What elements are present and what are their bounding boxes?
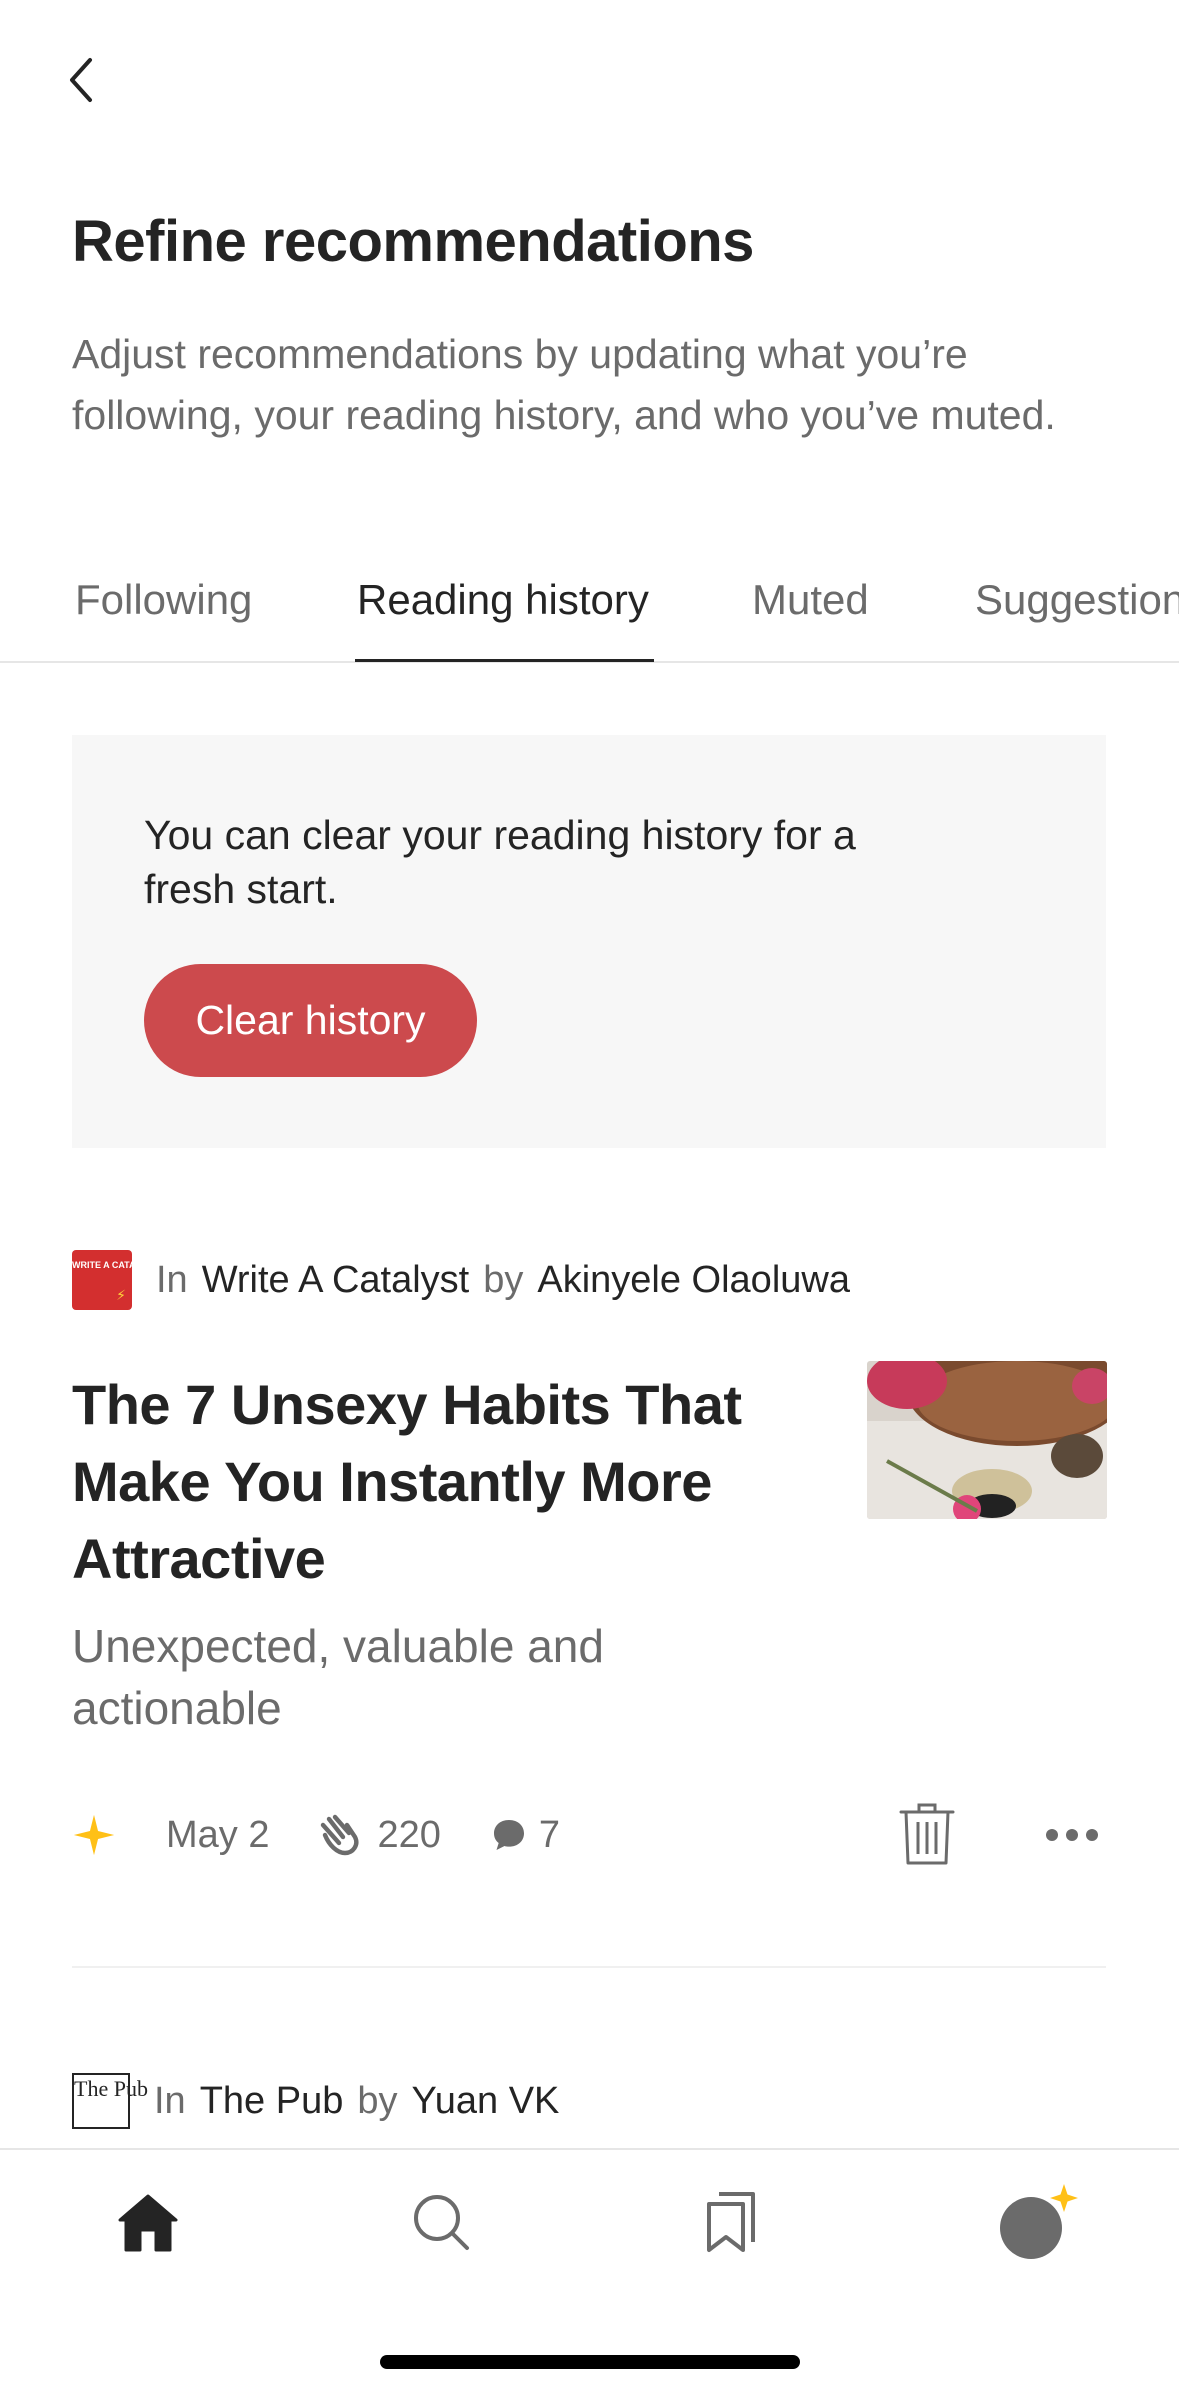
publication-logo[interactable]: The Pub [72,2073,148,2129]
in-label: In [154,2079,186,2122]
tab-muted[interactable]: Muted [752,576,869,624]
page-subtitle: Adjust recommendations by updating what … [72,331,1056,438]
page-title: Refine recommendations [72,209,754,274]
article-title[interactable]: The 7 Unsexy Habits That Make You Instan… [72,1366,812,1597]
nav-search[interactable] [411,2192,471,2257]
tab-following[interactable]: Following [75,576,252,624]
bookmarks-icon [707,2192,755,2252]
chevron-left-icon [70,58,92,102]
tab-suggestions[interactable]: Suggestions [975,576,1179,624]
author-name[interactable]: Yuan VK [412,2080,560,2123]
by-label: by [483,1258,524,1301]
profile-avatar-icon [1000,2184,1078,2259]
search-icon [414,2195,469,2250]
trash-icon [899,1803,955,1865]
in-label: In [156,1258,188,1301]
comment-icon[interactable] [489,1815,529,1855]
by-label: by [357,2079,398,2122]
back-button[interactable] [60,52,104,108]
clap-icon[interactable] [317,1813,365,1857]
home-indicator [380,2355,800,2369]
clear-history-button[interactable]: Clear history [144,964,477,1077]
publication-name[interactable]: Write A Catalyst [202,1259,470,1302]
more-dots-icon [1046,1829,1098,1841]
article-byline: The Pub In The Pub by Yuan VK [72,2071,559,2131]
tab-bar: Following Reading history Muted Suggesti… [0,560,1179,663]
clap-count: 220 [377,1813,441,1856]
article-meta: May 2 220 7 [72,1805,560,1865]
tab-reading-history[interactable]: Reading history [357,576,649,624]
comment-count: 7 [538,1813,561,1856]
clear-history-card [72,735,1106,1148]
author-name[interactable]: Akinyele Olaoluwa [537,1259,850,1302]
nav-home[interactable] [116,2190,180,2259]
star-icon [73,1814,115,1856]
nav-library[interactable] [703,2190,759,2259]
publication-logo[interactable]: WRITE A CATALYST ⚡ [72,1250,132,1310]
home-icon [118,2194,178,2252]
clear-history-message: You can clear your reading history for a… [144,812,856,912]
nav-profile[interactable] [998,2182,1088,2267]
article-byline: WRITE A CATALYST ⚡ In Write A Catalyst b… [72,1250,850,1310]
article-date: May 2 [166,1813,270,1856]
remove-from-history-button[interactable] [897,1800,957,1868]
publication-logo-text: WRITE A CATALYST [72,1260,132,1270]
lightning-icon: ⚡ [116,1287,126,1303]
article-divider [72,1966,1106,1968]
article-subtitle[interactable]: Unexpected, valuable and actionable [72,1615,632,1739]
more-options-button[interactable] [1043,1820,1101,1850]
active-tab-indicator [355,659,654,662]
article-thumbnail[interactable] [867,1361,1107,1519]
publication-name[interactable]: The Pub [200,2080,344,2123]
